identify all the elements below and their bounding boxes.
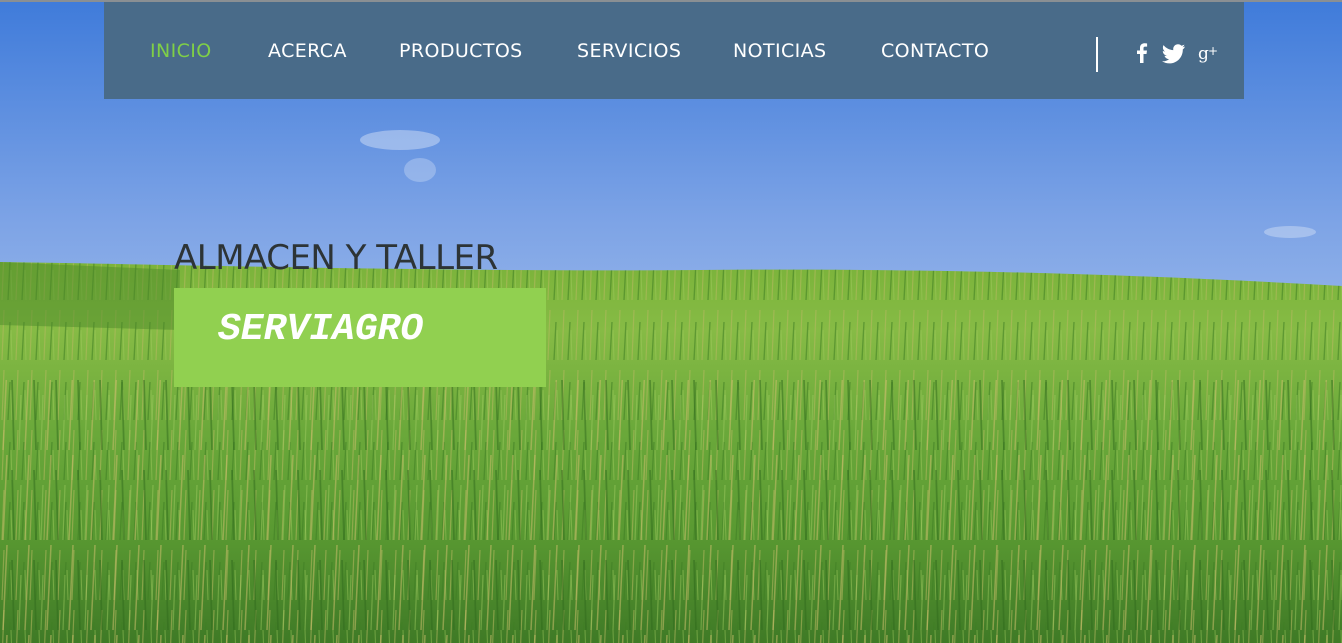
nav-item-noticias[interactable]: NOTICIAS xyxy=(733,40,827,62)
brand-banner: SERVIAGRO xyxy=(174,288,546,387)
svg-text:+: + xyxy=(1208,44,1218,58)
nav-item-inicio[interactable]: INICIO xyxy=(150,40,212,62)
main-navbar: INICIO ACERCA PRODUCTOS SERVICIOS NOTICI… xyxy=(104,2,1244,99)
nav-item-acerca[interactable]: ACERCA xyxy=(268,40,347,62)
brand-title: SERVIAGRO xyxy=(218,308,424,351)
hero-section: INICIO ACERCA PRODUCTOS SERVICIOS NOTICI… xyxy=(0,0,1342,643)
twitter-icon[interactable] xyxy=(1162,42,1185,64)
nav-item-productos[interactable]: PRODUCTOS xyxy=(399,40,523,62)
nav-divider xyxy=(1096,37,1098,72)
hero-subtitle: ALMACEN Y TALLER xyxy=(174,238,498,278)
nav-item-contacto[interactable]: CONTACTO xyxy=(881,40,989,62)
facebook-icon[interactable] xyxy=(1132,42,1154,64)
nav-item-servicios[interactable]: SERVICIOS xyxy=(577,40,681,62)
google-plus-icon[interactable]: g + xyxy=(1198,42,1220,64)
